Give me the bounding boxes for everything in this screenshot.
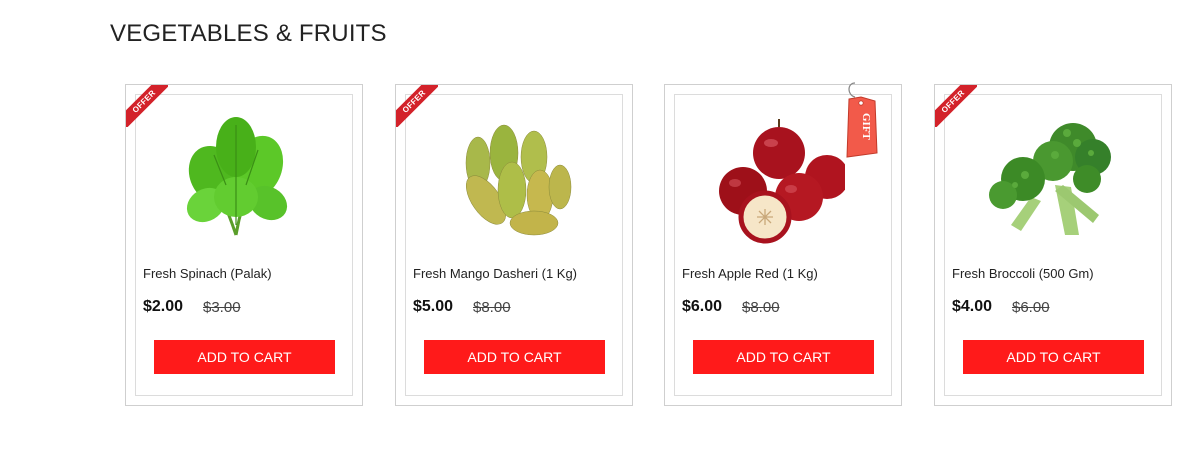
product-old-price: $8.00 [742,299,780,316]
add-to-cart-button[interactable]: ADD TO CART [424,340,605,374]
gift-tag-icon: GIFT [846,82,878,158]
apple-image[interactable] [705,105,845,245]
product-name[interactable]: Fresh Spinach (Palak) [143,266,272,281]
section-title: VEGETABLES & FRUITS [110,20,387,47]
product-old-price: $8.00 [473,299,511,316]
add-to-cart-button[interactable]: ADD TO CART [154,340,335,374]
product-card-spinach[interactable]: OFFER Fresh Spinach (Palak) $2.00 $3.00 … [125,84,363,406]
offer-badge-label: OFFER [126,85,168,127]
product-name[interactable]: Fresh Apple Red (1 Kg) [682,266,818,281]
product-old-price: $3.00 [203,299,241,316]
spinach-image[interactable] [166,105,306,245]
product-card-apple[interactable]: GIFT Fresh Apple Red (1 Kg) $6.00 $8.00 … [664,82,902,406]
add-to-cart-button[interactable]: ADD TO CART [693,340,874,374]
offer-ribbon: OFFER [396,85,438,127]
offer-badge-label: OFFER [396,85,438,127]
offer-badge-label: OFFER [935,85,977,127]
mango-image[interactable] [436,105,576,245]
product-price: $6.00 [682,298,723,315]
gift-label: GIFT [860,113,872,141]
product-price: $5.00 [413,298,454,315]
product-name[interactable]: Fresh Broccoli (500 Gm) [952,266,1094,281]
product-price: $2.00 [143,298,184,315]
product-name[interactable]: Fresh Mango Dasheri (1 Kg) [413,266,577,281]
product-card-mango[interactable]: OFFER Fresh Mango Dasheri (1 Kg) $5.00 $… [395,84,633,406]
product-old-price: $6.00 [1012,299,1050,316]
offer-ribbon: OFFER [935,85,977,127]
product-price: $4.00 [952,298,993,315]
add-to-cart-button[interactable]: ADD TO CART [963,340,1144,374]
product-card-broccoli[interactable]: OFFER Fresh Broccoli (500 Gm) $4.00 $6.0… [934,84,1172,406]
offer-ribbon: OFFER [126,85,168,127]
broccoli-image[interactable] [975,105,1115,245]
